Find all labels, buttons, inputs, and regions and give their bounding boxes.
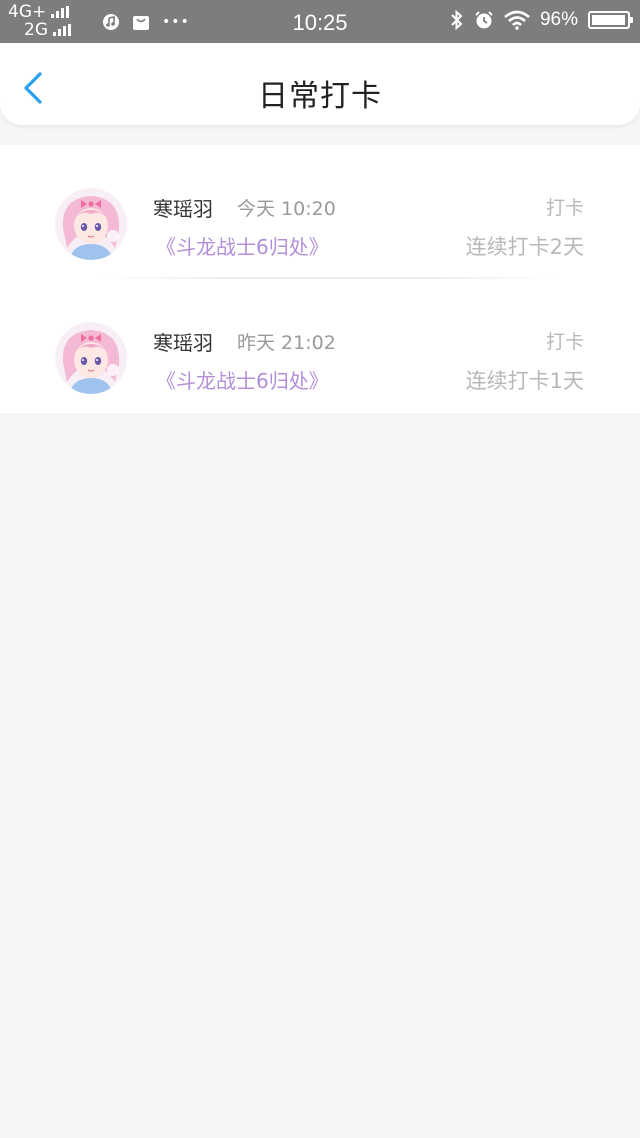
checkin-item[interactable]: 寒瑶羽 昨天 21:02 《斗龙战士6归处》 打卡 连续打卡1天	[0, 279, 640, 413]
battery-icon	[588, 11, 633, 29]
page-title: 日常打卡	[258, 79, 382, 114]
checkin-item[interactable]: 寒瑶羽 今天 10:20 《斗龙战士6归处》 打卡 连续打卡2天	[0, 145, 640, 279]
checkin-action-label: 打卡	[545, 197, 584, 219]
book-title-link[interactable]: 《斗龙战士6归处》	[156, 365, 329, 394]
header-bar: 日常打卡	[0, 43, 640, 125]
avatar[interactable]	[55, 322, 127, 394]
user-name[interactable]: 寒瑶羽	[153, 193, 213, 222]
battery-percent: 96%	[539, 9, 578, 30]
checkin-time: 昨天 21:02	[237, 332, 336, 354]
checkin-time: 今天 10:20	[237, 198, 336, 220]
battery-fill	[592, 15, 625, 25]
book-title-link[interactable]: 《斗龙战士6归处》	[156, 231, 329, 260]
avatar[interactable]	[55, 188, 127, 260]
status-bar: 4G+ 2G ••• 10:25 96%	[0, 0, 640, 43]
bluetooth-icon	[451, 10, 463, 30]
checkin-streak: 连续打卡1天	[465, 369, 584, 393]
empty-content-area	[0, 413, 640, 1138]
checkin-list: 寒瑶羽 今天 10:20 《斗龙战士6归处》 打卡 连续打卡2天 寒瑶羽 昨天 …	[0, 145, 640, 413]
checkin-streak: 连续打卡2天	[465, 235, 584, 259]
checkin-action-label: 打卡	[545, 331, 584, 353]
wifi-icon	[504, 10, 530, 30]
alarm-icon	[475, 11, 493, 29]
user-name[interactable]: 寒瑶羽	[153, 327, 213, 356]
